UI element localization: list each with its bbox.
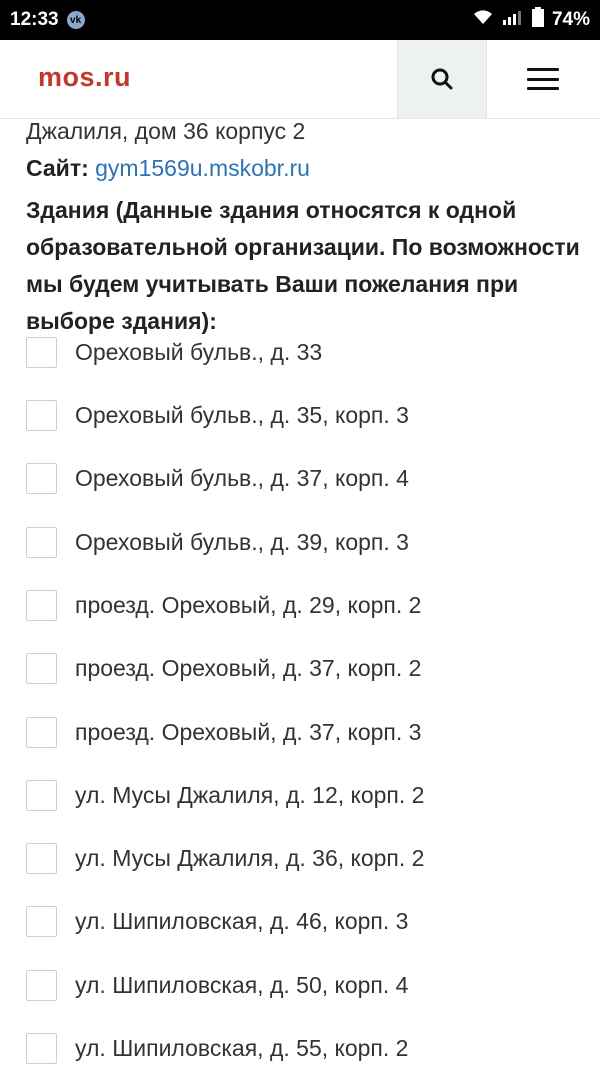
- vk-icon: vk: [66, 11, 85, 29]
- battery-percentage: 74%: [551, 9, 590, 30]
- building-option[interactable]: ул. Шипиловская, д. 55, корп. 2: [26, 1030, 408, 1066]
- site-link[interactable]: gym1569u.mskobr.ru: [95, 155, 310, 181]
- building-option[interactable]: ул. Шипиловская, д. 46, корп. 3: [26, 903, 408, 939]
- search-icon: [431, 68, 453, 90]
- building-option[interactable]: ул. Мусы Джалиля, д. 12, корп. 2: [26, 777, 424, 813]
- battery-icon: [531, 7, 544, 33]
- building-option[interactable]: ул. Мусы Джалиля, д. 36, корп. 2: [26, 840, 424, 876]
- building-option-label[interactable]: Ореховый бульв., д. 33: [75, 339, 322, 366]
- building-checkbox[interactable]: [26, 905, 57, 937]
- building-checkbox[interactable]: [26, 336, 57, 368]
- site-header: mos.ru: [0, 40, 600, 119]
- site-label: Сайт:: [26, 155, 89, 181]
- building-checkbox[interactable]: [26, 526, 57, 558]
- search-button[interactable]: [397, 40, 487, 118]
- menu-button[interactable]: [486, 40, 600, 118]
- building-checkbox[interactable]: [26, 716, 57, 748]
- building-checkbox[interactable]: [26, 399, 57, 431]
- building-option-label[interactable]: ул. Шипиловская, д. 50, корп. 4: [75, 972, 408, 999]
- building-option-label[interactable]: ул. Мусы Джалиля, д. 36, корп. 2: [75, 845, 424, 872]
- wifi-icon: [472, 8, 494, 32]
- site-logo[interactable]: mos.ru: [38, 62, 131, 93]
- building-option[interactable]: Ореховый бульв., д. 37, корп. 4: [26, 460, 409, 496]
- building-checkbox[interactable]: [26, 969, 57, 1001]
- building-option[interactable]: Ореховый бульв., д. 35, корп. 3: [26, 397, 409, 433]
- building-option[interactable]: проезд. Ореховый, д. 37, корп. 3: [26, 714, 421, 750]
- building-option[interactable]: ул. Шипиловская, д. 50, корп. 4: [26, 967, 408, 1003]
- building-checkbox[interactable]: [26, 652, 57, 684]
- building-option[interactable]: Ореховый бульв., д. 39, корп. 3: [26, 524, 409, 560]
- hamburger-menu-icon: [527, 68, 559, 90]
- address-line: Джалиля, дом 36 корпус 2: [26, 118, 306, 144]
- building-option-label[interactable]: Ореховый бульв., д. 37, корп. 4: [75, 465, 409, 492]
- building-option[interactable]: Ореховый бульв., д. 33: [26, 334, 322, 370]
- building-option-label[interactable]: проезд. Ореховый, д. 37, корп. 2: [75, 655, 421, 682]
- signal-icon: [502, 9, 524, 31]
- status-time: 12:33: [10, 9, 59, 30]
- building-checkbox[interactable]: [26, 589, 57, 621]
- building-option-label[interactable]: ул. Мусы Джалиля, д. 12, корп. 2: [75, 782, 424, 809]
- status-bar: 12:33 vk 74%: [0, 0, 600, 40]
- building-checkbox[interactable]: [26, 462, 57, 494]
- building-option-label[interactable]: проезд. Ореховый, д. 37, корп. 3: [75, 719, 421, 746]
- site-row: Сайт: gym1569u.mskobr.ru: [26, 155, 310, 182]
- building-checkbox[interactable]: [26, 779, 57, 811]
- building-option-label[interactable]: Ореховый бульв., д. 35, корп. 3: [75, 402, 409, 429]
- building-option[interactable]: проезд. Ореховый, д. 37, корп. 2: [26, 650, 421, 686]
- building-option-label[interactable]: Ореховый бульв., д. 39, корп. 3: [75, 529, 409, 556]
- buildings-title: Здания (Данные здания относятся к одной …: [26, 197, 580, 334]
- building-option-label[interactable]: ул. Шипиловская, д. 55, корп. 2: [75, 1035, 408, 1062]
- building-option[interactable]: проезд. Ореховый, д. 29, корп. 2: [26, 587, 421, 623]
- building-option-label[interactable]: проезд. Ореховый, д. 29, корп. 2: [75, 592, 421, 619]
- building-checkbox[interactable]: [26, 842, 57, 874]
- building-checkbox[interactable]: [26, 1032, 57, 1064]
- building-option-label[interactable]: ул. Шипиловская, д. 46, корп. 3: [75, 908, 408, 935]
